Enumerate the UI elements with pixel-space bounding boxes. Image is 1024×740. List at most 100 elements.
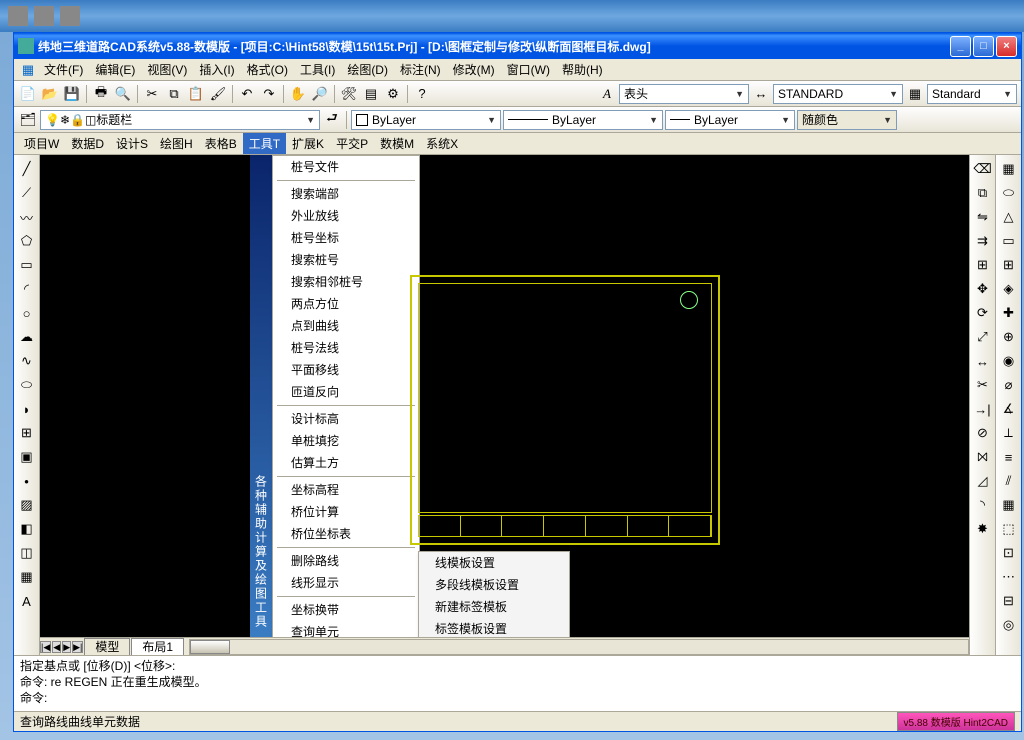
copy-icon[interactable]: ⧉ [164,84,184,104]
extend-icon[interactable]: →| [973,399,993,419]
rtool-icon[interactable]: ⋯ [999,567,1019,587]
menu-item[interactable]: 工具(I) [294,59,341,80]
erase-icon[interactable]: ⌫ [973,159,993,179]
ellipsearc-icon[interactable]: ◗ [17,399,37,419]
submenu-item[interactable]: 多段线模板设置 [419,574,569,596]
app-menu-item[interactable]: 项目W [18,133,65,154]
rtool-icon[interactable]: ⊕ [999,327,1019,347]
dropdown-item[interactable]: 估算土方 [273,452,419,474]
rtool-icon[interactable]: ◈ [999,279,1019,299]
zoom-icon[interactable]: 🔎 [310,84,330,104]
dropdown-item[interactable]: 桥位计算 [273,501,419,523]
insert-icon[interactable]: ⊞ [17,423,37,443]
app-menu-item[interactable]: 工具T [243,133,286,154]
menu-item[interactable]: 文件(F) [38,59,89,80]
dropdown-item[interactable]: 坐标换带 [273,599,419,621]
submenu-item[interactable]: 标签模板设置 [419,618,569,637]
array-icon[interactable]: ⊞ [973,255,993,275]
rtool-icon[interactable]: ⬚ [999,519,1019,539]
dropdown-item[interactable]: 删除路线 [273,550,419,572]
dropdown-item[interactable]: 外业放线 [273,205,419,227]
submenu-item[interactable]: 线模板设置 [419,552,569,574]
rtool-icon[interactable]: ▦ [999,495,1019,515]
paste-icon[interactable]: 📋 [186,84,206,104]
break-icon[interactable]: ⊘ [973,423,993,443]
tab-nav-button[interactable]: ◀ [52,641,61,653]
rtool-icon[interactable]: ⫽ [999,471,1019,491]
gradient-icon[interactable]: ◧ [17,519,37,539]
dropdown-item[interactable]: 搜索端部 [273,183,419,205]
mirror-icon[interactable]: ⇋ [973,207,993,227]
dropdown-item[interactable]: 单桩填挖 [273,430,419,452]
chamfer-icon[interactable]: ◿ [973,471,993,491]
tablestyle-combo[interactable]: Standard▼ [927,84,1017,104]
menu-item[interactable]: 窗口(W) [501,59,556,80]
dropdown-item[interactable]: 平面移线 [273,359,419,381]
xline-icon[interactable]: ⟋ [17,183,37,203]
dropdown-item[interactable]: 桩号文件 [273,156,419,178]
app-menu-item[interactable]: 平交P [330,133,374,154]
app-menu-item[interactable]: 表格B [199,133,243,154]
help-icon[interactable]: ? [412,84,432,104]
undo-icon[interactable]: ↶ [237,84,257,104]
tab-nav-button[interactable]: ▶ [62,641,71,653]
stretch-icon[interactable]: ↔ [973,351,993,371]
taskbar-icon[interactable] [8,6,28,26]
app-menu-item[interactable]: 系统X [420,133,464,154]
dropdown-item[interactable]: 桥位坐标表 [273,523,419,545]
join-icon[interactable]: ⨝ [973,447,993,467]
app-menu-item[interactable]: 绘图H [154,133,199,154]
rtool-icon[interactable]: △ [999,207,1019,227]
rtool-icon[interactable]: ⊞ [999,255,1019,275]
layers-icon[interactable]: 🗂 [18,110,38,130]
menu-item[interactable]: 标注(N) [394,59,447,80]
layer-prev-icon[interactable]: ⮐ [322,110,342,130]
cut-icon[interactable]: ✂ [142,84,162,104]
rtool-icon[interactable]: ⊡ [999,543,1019,563]
color-combo[interactable]: ByLayer▼ [351,110,501,130]
rtool-icon[interactable]: ▦ [999,159,1019,179]
submenu-item[interactable]: 新建标签模板 [419,596,569,618]
pline-icon[interactable]: 〰 [17,207,37,227]
dropdown-item[interactable]: 桩号坐标 [273,227,419,249]
line-icon[interactable]: ╱ [17,159,37,179]
match-icon[interactable]: 🖌 [208,84,228,104]
designcenter-icon[interactable]: ▤ [361,84,381,104]
rtool-icon[interactable]: ▭ [999,231,1019,251]
dropdown-item[interactable]: 线形显示 [273,572,419,594]
lineweight-combo[interactable]: ByLayer▼ [665,110,795,130]
explode-icon[interactable]: ✸ [973,519,993,539]
trim-icon[interactable]: ✂ [973,375,993,395]
spline-icon[interactable]: ∿ [17,351,37,371]
tablestyle-icon[interactable]: ▦ [905,84,925,104]
tab-nav-button[interactable]: ▶| [72,641,83,653]
layout-tab[interactable]: 模型 [84,638,130,655]
dropdown-item[interactable]: 匝道反向 [273,381,419,403]
dimstyle-icon[interactable]: ↔ [751,84,771,104]
region-icon[interactable]: ◫ [17,543,37,563]
props-icon[interactable]: 🛠 [339,84,359,104]
layout-tab[interactable]: 布局1 [131,638,184,655]
menu-item[interactable]: 修改(M) [447,59,501,80]
rtool-icon[interactable]: ∡ [999,399,1019,419]
drawing-canvas[interactable]: 各种辅助计算及绘图工具 桩号文件搜索端部外业放线桩号坐标搜索桩号搜索相邻桩号两点… [40,155,969,637]
rtool-icon[interactable]: ⊟ [999,591,1019,611]
ellipse-icon[interactable]: ⬭ [17,375,37,395]
app-menu-item[interactable]: 设计S [110,133,154,154]
app-menu-item[interactable]: 扩展K [286,133,330,154]
pan-icon[interactable]: ✋ [288,84,308,104]
textstyle-icon[interactable]: A [597,84,617,104]
text-icon[interactable]: A [17,591,37,611]
dimstyle-combo[interactable]: STANDARD▼ [773,84,903,104]
preview-icon[interactable]: 🔍 [113,84,133,104]
print-icon[interactable]: 🖶 [91,84,111,104]
menu-item[interactable]: 视图(V) [141,59,193,80]
taskbar-icon[interactable] [34,6,54,26]
app-menu-icon[interactable]: ▦ [18,60,38,80]
menu-item[interactable]: 编辑(E) [89,59,141,80]
hscrollbar-thumb[interactable] [190,640,230,654]
rtool-icon[interactable]: ⟂ [999,423,1019,443]
move-icon[interactable]: ✥ [973,279,993,299]
save-icon[interactable]: 💾 [62,84,82,104]
rtool-icon[interactable]: ⬭ [999,183,1019,203]
